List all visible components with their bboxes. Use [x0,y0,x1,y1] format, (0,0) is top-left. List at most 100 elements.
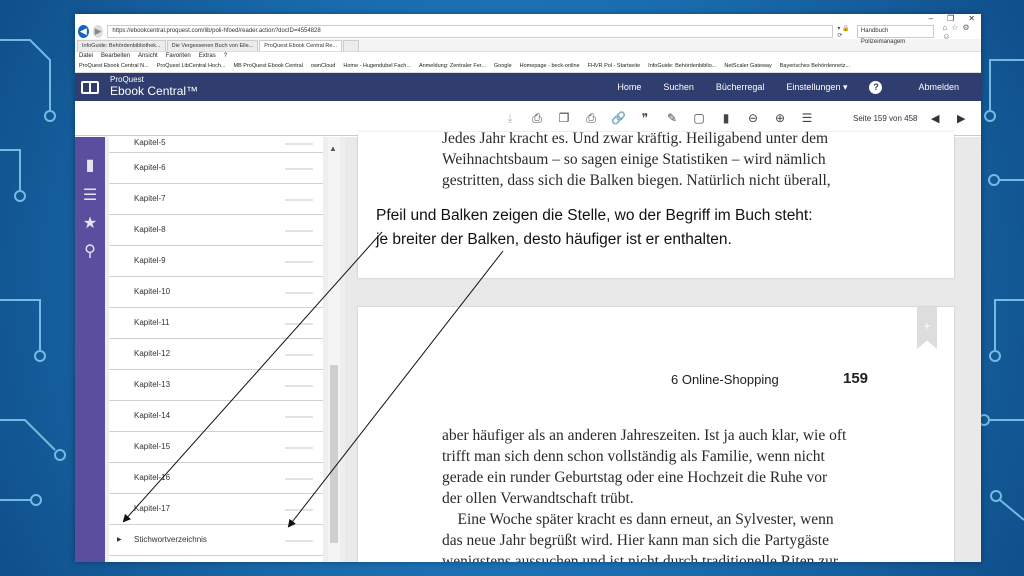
tab-infoguide[interactable]: InfoGuide: Behördenbibliothek... [77,40,166,51]
print-page-icon[interactable]: ⎙ [584,111,598,126]
lock-icon: ▾ 🔒 ⟳ [837,25,850,39]
add-bookmark-icon[interactable]: + [917,307,937,349]
highlight-icon[interactable]: ✎ [665,111,679,125]
nav-shelf[interactable]: Bücherregal [716,82,765,92]
search-input[interactable]: Handbuch Polizeimanagem [856,25,935,45]
toc-item-label: Kapitel-5 [134,138,166,147]
view-settings-icon[interactable]: ☰ [800,111,814,125]
book-logo-icon[interactable] [81,81,99,94]
download-icon[interactable]: ⤓ [503,111,517,126]
menu-ansicht[interactable]: Ansicht [138,52,158,61]
toc-item-label: Kapitel-17 [134,504,171,513]
nav-settings[interactable]: Einstellungen ▾ [786,82,847,93]
close-icon[interactable]: ✕ [968,14,975,23]
toc-item[interactable]: Kapitel-14 [109,401,323,432]
favorite-item[interactable]: Bayerisches Behördennetz... [780,61,850,72]
nav-home[interactable]: Home [617,82,641,92]
tab-vergessenen[interactable]: Die Vergessenen Buch von Elle... [166,40,259,51]
maximize-icon[interactable]: ❐ [947,14,954,23]
toc-item[interactable]: Kapitel-15 [109,432,323,463]
favorite-item[interactable]: ProQuest LibCentral Hoch... [157,61,226,72]
menu-bar: Datei Bearbeiten Ansicht Favoriten Extra… [75,52,981,61]
favorite-item[interactable]: MB ProQuest Ebook Central [234,61,303,72]
help-icon[interactable]: ? [869,80,883,94]
toc-item[interactable]: Kapitel-16 [109,463,323,494]
top-nav: Home Suchen Bücherregal Einstellungen ▾ … [617,73,981,101]
toc-item[interactable]: ▶ Stichwortverzeichnis [109,525,323,556]
brand-main[interactable]: Ebook Central™ [110,84,198,98]
page-text-top: Jedes Jahr kracht es. Und zwar kräftig. … [442,128,882,191]
favorite-item[interactable]: ownCloud [311,61,335,72]
scroll-up-icon[interactable]: ▲ [329,144,337,153]
toc-item[interactable]: Kapitel-7 [109,184,323,215]
search-icon[interactable]: ⚲ [81,241,99,261]
book-icon[interactable]: ▮ [81,155,99,175]
annotation-line-2: je breiter der Balken, desto häufiger is… [376,231,732,248]
toc-item[interactable]: Kapitel-11 [109,308,323,339]
address-bar[interactable]: https://ebookcentral.proquest.com/lib/po… [107,25,834,38]
menu-bearbeiten[interactable]: Bearbeiten [101,52,130,61]
frequency-bar [285,292,313,294]
favorite-item[interactable]: Anmeldung: Zentraler Fer... [419,61,486,72]
app-header: ProQuest Ebook Central™ Home Suchen Büch… [75,73,981,101]
menu-extras[interactable]: Extras [199,52,216,61]
toc-item[interactable]: Kapitel-8 [109,215,323,246]
favorite-item[interactable]: Home - Hugendubel Fach... [343,61,411,72]
cite-icon[interactable]: ❞ [638,111,652,125]
favorite-item[interactable]: InfoGuide: Behördenbiblio... [648,61,716,72]
text-line: der ollen Verwandtschaft trübt. [442,490,634,507]
toc-item[interactable]: Kapitel-13 [109,370,323,401]
scroll-thumb[interactable] [330,365,338,543]
toc-item[interactable]: Kapitel-9 [109,246,323,277]
toc-item-label: Stichwortverzeichnis [134,535,207,544]
toc-item[interactable]: Kapitel-10 [109,277,323,308]
minimize-icon[interactable]: – [929,14,933,23]
favorite-item[interactable]: FHVR Pol - Startseite [588,61,641,72]
favorite-item[interactable]: Google [494,61,512,72]
forward-button[interactable]: ▶ [92,25,104,38]
note-icon[interactable]: ▢ [692,111,706,125]
toc-list-icon[interactable]: ☰ [81,185,99,205]
menu-favoriten[interactable]: Favoriten [166,52,191,61]
toc-item-label: Kapitel-7 [134,194,166,203]
nav-logout[interactable]: Abmelden [918,82,959,92]
tab-proquest[interactable]: ProQuest Ebook Central Re... [259,40,342,51]
nav-search[interactable]: Suchen [663,82,694,92]
running-head: 6 Online-Shopping [671,372,779,387]
toc-item[interactable]: Kapitel-5 [109,137,323,153]
menu-help[interactable]: ? [224,52,227,61]
prev-page-icon[interactable]: ◀ [931,101,939,135]
page-viewer: Jedes Jahr kracht es. Und zwar kräftig. … [345,130,981,562]
toc-item[interactable]: Kapitel-17 [109,494,323,525]
bookmark-icon[interactable]: ▮ [719,111,733,125]
frequency-bar [285,540,313,542]
toc-item-label: Kapitel-12 [134,349,171,358]
menu-datei[interactable]: Datei [79,52,93,61]
frequency-bar [285,509,313,511]
annotation-line-1: Pfeil und Balken zeigen die Stelle, wo d… [376,207,813,224]
text-line: Weihnachtsbaum – so sagen einige Statist… [442,151,826,168]
toc-item[interactable]: Kapitel-6 [109,153,323,184]
toc-item[interactable]: Kapitel-12 [109,339,323,370]
text-line: gerade ein runder Geburtstag oder eine H… [442,469,828,486]
favorite-item[interactable]: NetScaler Gateway [724,61,771,72]
favorite-item[interactable]: ProQuest Ebook Central N... [79,61,149,72]
expand-arrow-icon[interactable]: ▶ [117,536,122,543]
link-icon[interactable]: 🔗 [611,111,626,125]
print-icon[interactable]: ⎙ [530,111,544,126]
toc-scrollbar[interactable]: ▲ [328,137,340,562]
page-text-bottom: aber häufiger als an anderen Jahreszeite… [442,425,882,562]
back-button[interactable]: ◀ [78,25,89,38]
next-page-icon[interactable]: ▶ [957,101,965,135]
zoom-in-icon[interactable]: ⊕ [773,111,787,125]
text-line: Jedes Jahr kracht es. Und zwar kräftig. … [442,130,829,147]
frequency-bar [285,354,313,356]
favorite-item[interactable]: Homepage - beck-online [520,61,580,72]
home-star-gear-icons[interactable]: ⌂☆⚙☺ [942,23,978,41]
copy-icon[interactable]: ❐ [557,111,571,125]
toc-item-label: Kapitel-10 [134,287,171,296]
toc-item-label: Kapitel-13 [134,380,171,389]
star-icon[interactable]: ★ [81,213,99,233]
zoom-out-icon[interactable]: ⊖ [746,111,760,125]
new-tab-button[interactable] [343,40,359,51]
